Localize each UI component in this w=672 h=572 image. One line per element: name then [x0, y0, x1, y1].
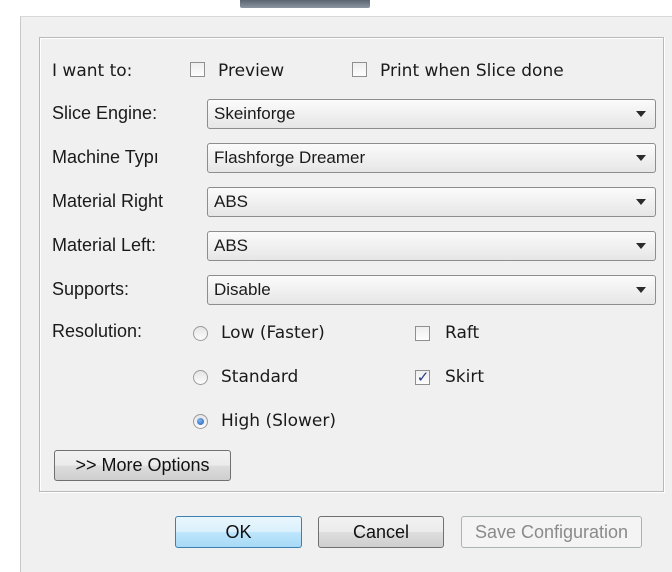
resolution-standard-label[interactable]: Standard: [221, 367, 298, 387]
skirt-checkbox[interactable]: ✓: [415, 368, 430, 386]
resolution-low-label[interactable]: Low (Faster): [221, 323, 325, 343]
supports-label: Supports:: [52, 279, 130, 299]
material-left-label: Material Left:: [52, 235, 157, 255]
dropdown-arrow-icon: [636, 111, 646, 117]
material-left-value: ABS: [214, 236, 249, 255]
resolution-high-radio[interactable]: [193, 414, 208, 429]
i-want-to-label: I want to:: [52, 61, 133, 81]
slice-engine-value: Skeinforge: [214, 104, 296, 123]
resolution-high-label[interactable]: High (Slower): [221, 411, 336, 431]
more-options-button[interactable]: >> More Options: [54, 450, 231, 481]
material-left-select[interactable]: ABS: [207, 231, 656, 261]
resolution-low-radio[interactable]: [193, 326, 208, 341]
cancel-button[interactable]: Cancel: [318, 516, 444, 548]
slice-engine-select[interactable]: Skeinforge: [207, 99, 656, 129]
skirt-label[interactable]: Skirt: [445, 367, 484, 387]
dropdown-arrow-icon: [636, 199, 646, 205]
resolution-label: Resolution:: [52, 321, 143, 341]
check-icon: ✓: [416, 368, 430, 386]
machine-type-label: Machine Typı: [52, 147, 159, 167]
window-titlebar: [240, 0, 370, 8]
dropdown-arrow-icon: [636, 287, 646, 293]
slice-engine-label: Slice Engine:: [52, 103, 158, 123]
preview-checkbox[interactable]: [190, 62, 205, 77]
preview-label[interactable]: Preview: [218, 61, 284, 81]
material-right-select[interactable]: ABS: [207, 187, 656, 217]
raft-label[interactable]: Raft: [445, 323, 479, 343]
print-when-done-checkbox[interactable]: [352, 62, 367, 77]
slice-dialog: I want to: Preview Print when Slice done…: [20, 16, 672, 572]
resolution-standard-radio[interactable]: [193, 370, 208, 385]
material-right-label: Material Right: [52, 191, 164, 211]
print-when-done-label[interactable]: Print when Slice done: [380, 61, 564, 81]
machine-type-select[interactable]: Flashforge Dreamer: [207, 143, 656, 173]
material-right-value: ABS: [214, 192, 249, 211]
save-configuration-button[interactable]: Save Configuration: [461, 516, 642, 548]
dropdown-arrow-icon: [636, 155, 646, 161]
radio-selected-dot: [197, 418, 204, 425]
supports-select[interactable]: Disable: [207, 275, 656, 305]
machine-type-value: Flashforge Dreamer: [214, 148, 366, 167]
dropdown-arrow-icon: [636, 243, 646, 249]
raft-checkbox[interactable]: [415, 326, 430, 341]
ok-button[interactable]: OK: [175, 516, 302, 548]
supports-value: Disable: [214, 280, 271, 299]
